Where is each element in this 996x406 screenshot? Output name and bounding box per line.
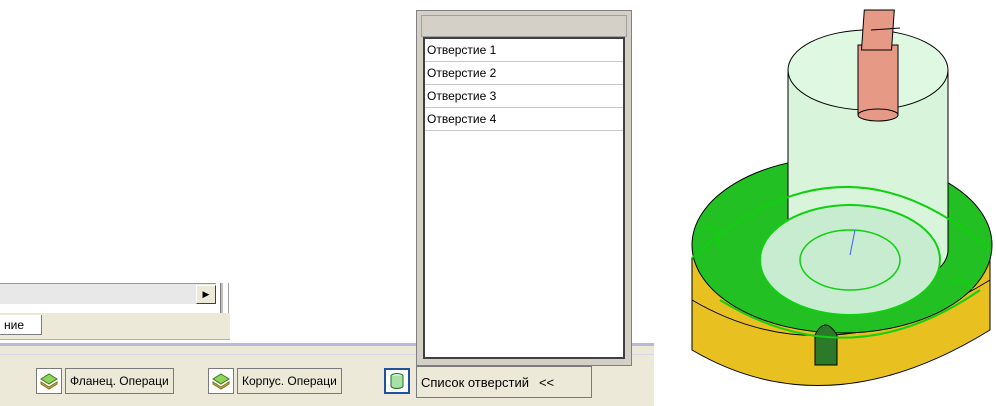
layers-icon bbox=[36, 368, 62, 394]
panel-tab[interactable]: ние bbox=[0, 315, 42, 335]
document-tab-flange[interactable]: Фланец. Операци bbox=[36, 368, 174, 394]
hole-list-title: Список отверстий bbox=[421, 374, 529, 390]
cylinder-icon bbox=[384, 368, 410, 394]
list-item[interactable]: Отверстие 4 bbox=[425, 108, 623, 131]
hole-list[interactable]: Отверстие 1 Отверстие 2 Отверстие 3 Отве… bbox=[423, 37, 625, 359]
document-tab-active[interactable] bbox=[384, 368, 410, 394]
hole-list-window: Отверстие 1 Отверстие 2 Отверстие 3 Отве… bbox=[416, 10, 632, 366]
panel-tab-strip: ние bbox=[0, 313, 230, 340]
collapse-button[interactable]: << bbox=[539, 375, 554, 390]
arrow-right-icon: ▶ bbox=[202, 289, 210, 299]
document-tab-label[interactable]: Корпус. Операци bbox=[237, 368, 342, 394]
list-item[interactable]: Отверстие 1 bbox=[425, 39, 623, 62]
document-tab-body[interactable]: Корпус. Операци bbox=[208, 368, 342, 394]
scroll-right-button[interactable]: ▶ bbox=[196, 285, 216, 304]
list-item[interactable]: Отверстие 3 bbox=[425, 85, 623, 108]
3d-viewport[interactable] bbox=[660, 0, 996, 403]
horizontal-scrollbar[interactable]: ▶ bbox=[0, 283, 216, 305]
document-tab-label[interactable]: Фланец. Операци bbox=[65, 368, 174, 394]
hole-list-tab[interactable]: Список отверстий << bbox=[416, 366, 592, 398]
list-item[interactable]: Отверстие 2 bbox=[425, 62, 623, 85]
3d-model bbox=[691, 9, 993, 386]
layers-icon bbox=[208, 368, 234, 394]
hole-list-header bbox=[421, 15, 627, 37]
